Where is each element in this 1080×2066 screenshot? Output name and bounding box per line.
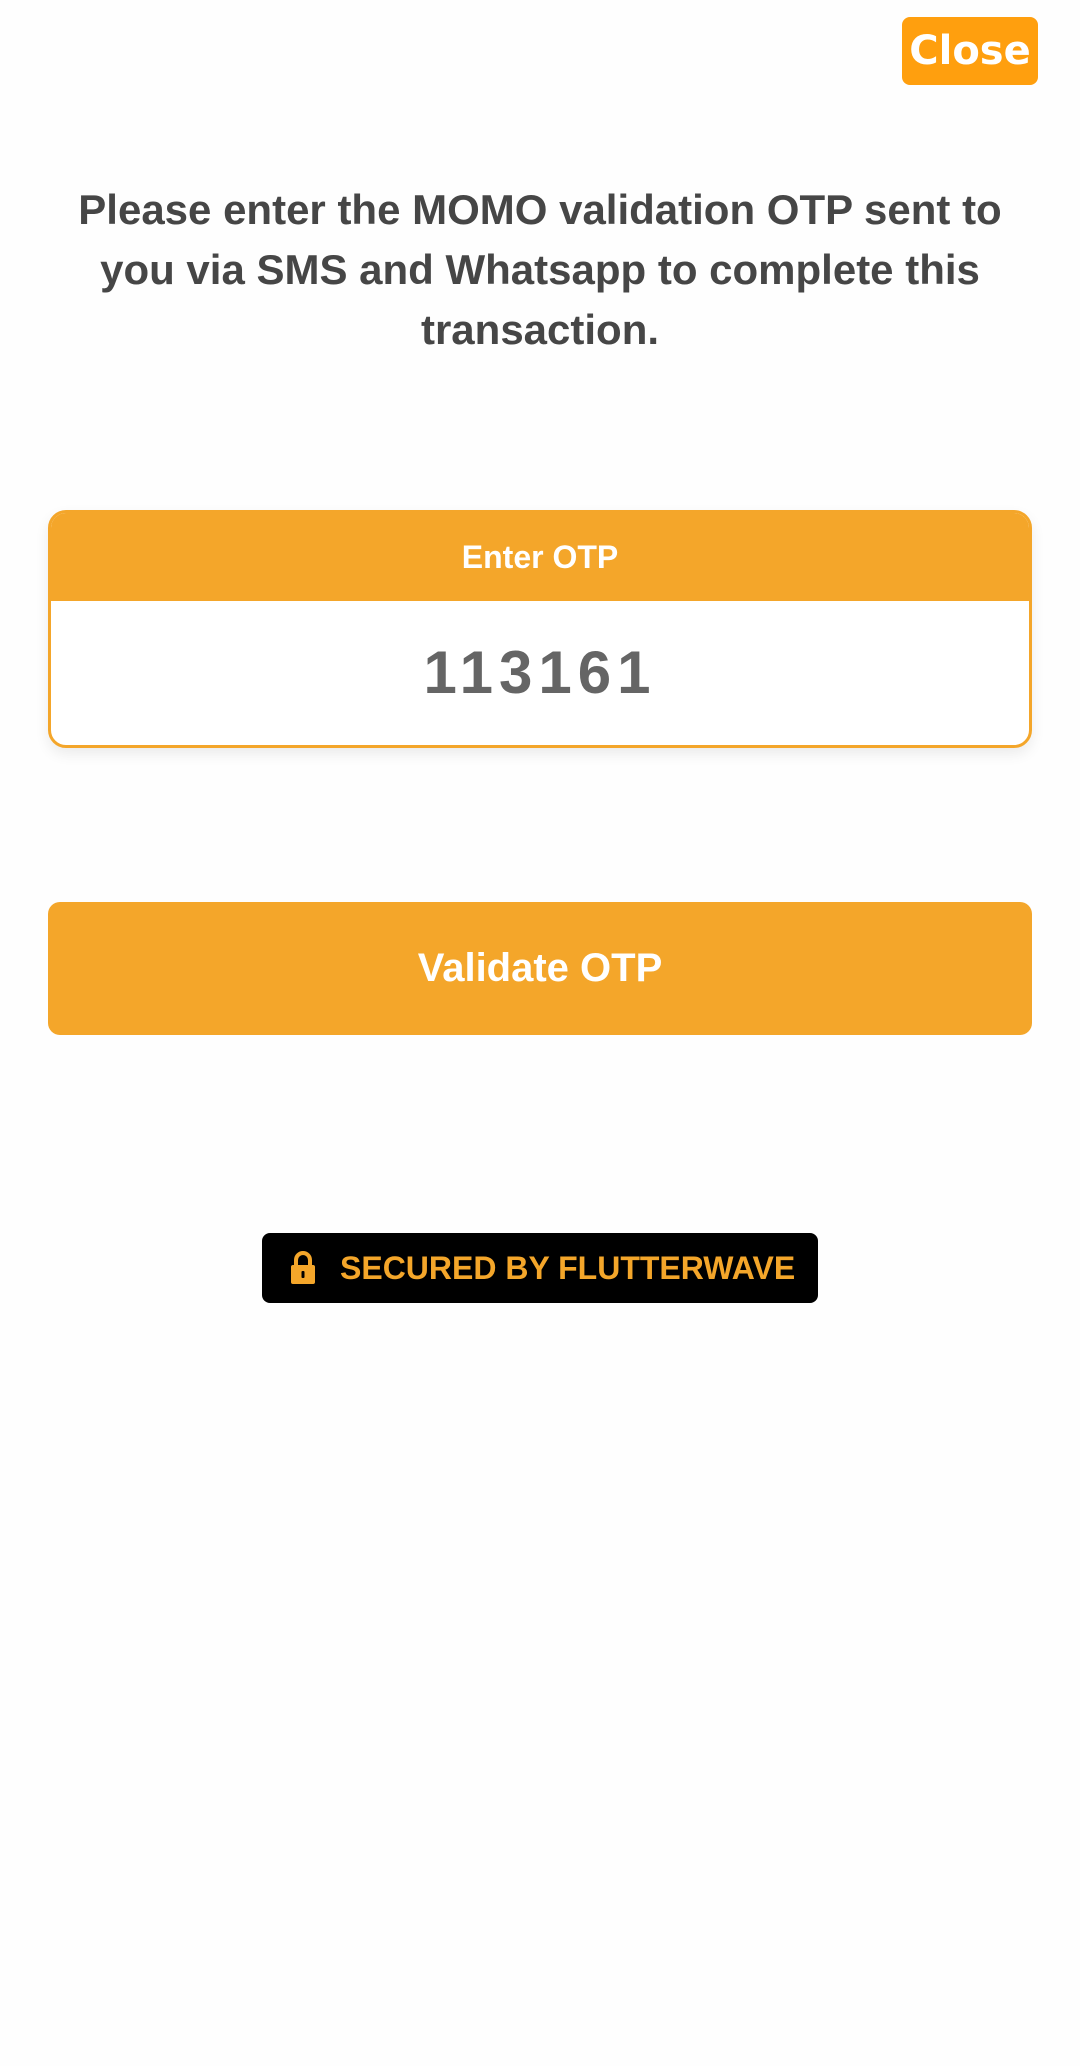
secured-badge: SECURED BY FLUTTERWAVE	[262, 1233, 818, 1303]
validate-otp-button[interactable]: Validate OTP	[48, 902, 1032, 1035]
close-button[interactable]: Close	[902, 17, 1038, 85]
lock-icon	[291, 1251, 315, 1284]
otp-card: Enter OTP 113161	[48, 510, 1032, 748]
secured-by-text: SECURED BY FLUTTERWAVE	[340, 1250, 796, 1286]
instruction-text: Please enter the MOMO validation OTP sen…	[78, 186, 1002, 353]
otp-input[interactable]: 113161	[51, 601, 1029, 745]
otp-label: Enter OTP	[51, 513, 1029, 601]
otp-page: Close Please enter the MOMO validation O…	[0, 0, 1080, 2066]
